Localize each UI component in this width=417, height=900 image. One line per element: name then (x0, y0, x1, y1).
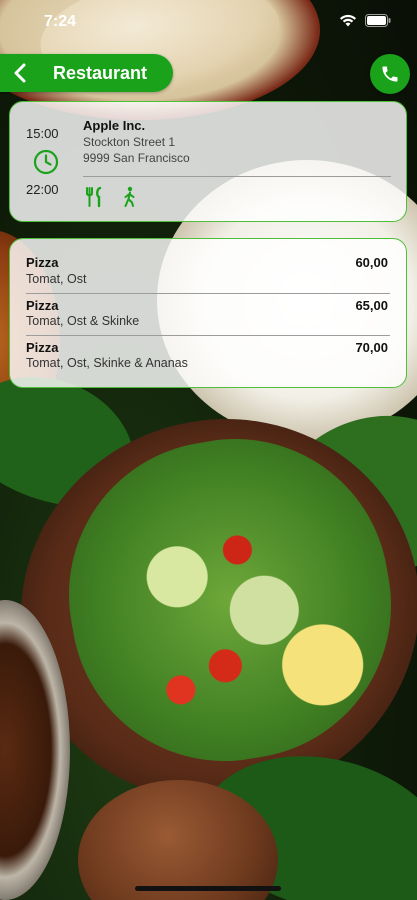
address: Apple Inc. Stockton Street 1 9999 San Fr… (83, 118, 190, 166)
opening-hours: 15:00 22:00 (10, 102, 82, 221)
restaurant-name: Apple Inc. (83, 118, 146, 133)
menu-item-price: 70,00 (355, 340, 388, 355)
menu-item-description: Tomat, Ost (26, 272, 87, 286)
menu-item-name: Pizza (26, 298, 59, 313)
menu-item-name: Pizza (26, 255, 59, 270)
close-time: 22:00 (26, 182, 59, 197)
menu-card: Pizza Tomat, Ost 60,00 Pizza Tomat, Ost … (9, 238, 407, 388)
page-title: Restaurant (53, 62, 148, 83)
status-icons (339, 14, 391, 27)
menu-item-description: Tomat, Ost, Skinke & Ananas (26, 356, 188, 370)
status-bar: 7:24 (0, 0, 417, 46)
chevron-left-icon (0, 63, 40, 83)
menu-item[interactable]: Pizza Tomat, Ost 60,00 (26, 239, 390, 294)
city-address: 9999 San Francisco (83, 151, 190, 165)
restaurant-info-card: 15:00 22:00 Apple Inc. Stockton Street 1… (9, 101, 407, 222)
home-indicator[interactable] (135, 886, 281, 891)
open-time: 15:00 (26, 126, 59, 141)
phone-icon (382, 66, 398, 82)
walking-person-icon (124, 186, 135, 207)
menu-item-price: 65,00 (355, 298, 388, 313)
battery-icon (365, 14, 391, 27)
fork-knife-icon (86, 186, 102, 208)
wifi-icon (340, 14, 356, 27)
menu-item-price: 60,00 (355, 255, 388, 270)
menu-item[interactable]: Pizza Tomat, Ost, Skinke & Ananas 70,00 (26, 336, 390, 377)
menu-item-name: Pizza (26, 340, 59, 355)
menu-item[interactable]: Pizza Tomat, Ost & Skinke 65,00 (26, 294, 390, 336)
clock-icon (33, 149, 59, 175)
back-button[interactable]: Restaurant (0, 54, 173, 92)
divider (83, 176, 391, 177)
menu-item-description: Tomat, Ost & Skinke (26, 314, 140, 328)
street-address: Stockton Street 1 (83, 135, 176, 149)
call-button[interactable] (370, 54, 410, 94)
status-time: 7:24 (44, 13, 77, 30)
